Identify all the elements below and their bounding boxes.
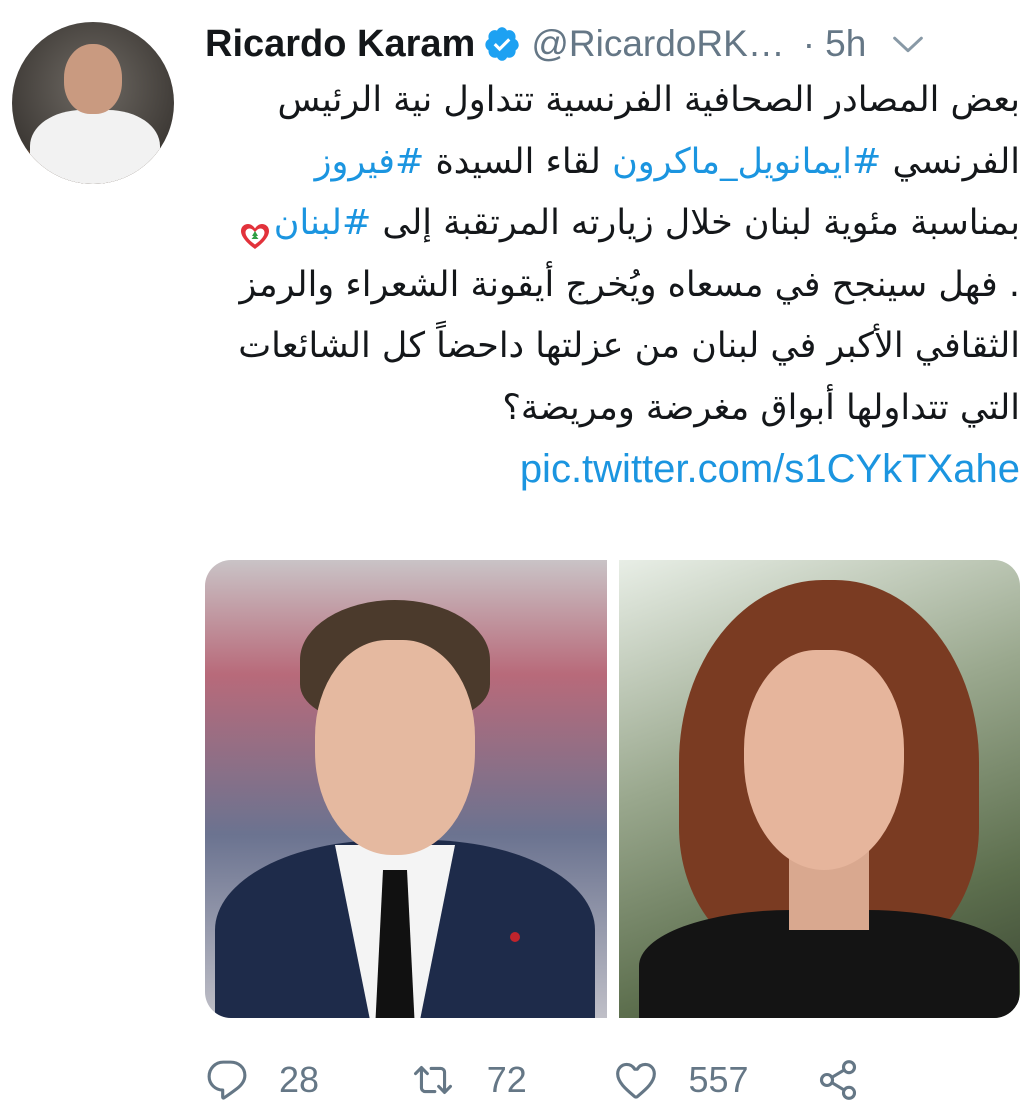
text-segment-3: بمناسبة مئوية لبنان خلال زيارته المرتقبة…	[371, 203, 1020, 243]
retweet-count: 72	[486, 1059, 527, 1100]
like-button[interactable]: 557	[613, 1058, 817, 1102]
heart-icon	[615, 1062, 656, 1099]
hashtag-lebanon[interactable]: #لبنان	[274, 203, 371, 243]
tweet-media[interactable]	[205, 560, 1020, 1018]
tweet-actions: 28 72 557	[205, 1052, 1020, 1108]
lebanon-flag-heart-emoji	[240, 210, 270, 249]
photo-face	[315, 640, 475, 855]
author-avatar[interactable]	[12, 22, 174, 184]
reply-count: 28	[279, 1059, 320, 1100]
tweet-timestamp[interactable]: 5h	[825, 23, 866, 65]
like-count: 557	[688, 1059, 749, 1100]
text-segment-4: . فهل سينجح في مسعاه ويُخرج أيقونة الشعر…	[238, 264, 1020, 428]
macron-photo[interactable]	[205, 560, 607, 1018]
tweet-media-link[interactable]: pic.twitter.com/s1CYkTXahe	[520, 447, 1020, 491]
fairuz-photo[interactable]	[618, 560, 1020, 1018]
share-icon	[820, 1060, 857, 1100]
author-name[interactable]: Ricardo Karam	[205, 23, 475, 66]
chevron-down-icon[interactable]	[888, 24, 928, 64]
photo-lapel-pin	[510, 932, 520, 942]
text-segment-2: لقاء السيدة	[424, 141, 613, 182]
tweet-header: Ricardo Karam @RicardoRK… · 5h	[205, 14, 1020, 74]
hashtag-fairuz[interactable]: #فيروز	[315, 142, 425, 182]
verified-badge-icon	[483, 25, 521, 63]
avatar-shirt	[30, 110, 160, 184]
retweet-icon	[413, 1065, 452, 1095]
share-button[interactable]	[816, 1058, 1020, 1102]
photo-face	[743, 650, 904, 870]
reply-button[interactable]: 28	[205, 1058, 409, 1102]
author-handle[interactable]: @RicardoRK…	[531, 23, 784, 65]
hashtag-macron[interactable]: #ايمانويل_ماكرون	[612, 142, 881, 182]
tweet-text: بعض المصادر الصحافية الفرنسية تتداول نية…	[230, 70, 1020, 503]
separator-dot: ·	[802, 23, 816, 64]
reply-icon	[207, 1060, 247, 1100]
avatar-head	[64, 44, 122, 114]
retweet-button[interactable]: 72	[409, 1058, 613, 1102]
